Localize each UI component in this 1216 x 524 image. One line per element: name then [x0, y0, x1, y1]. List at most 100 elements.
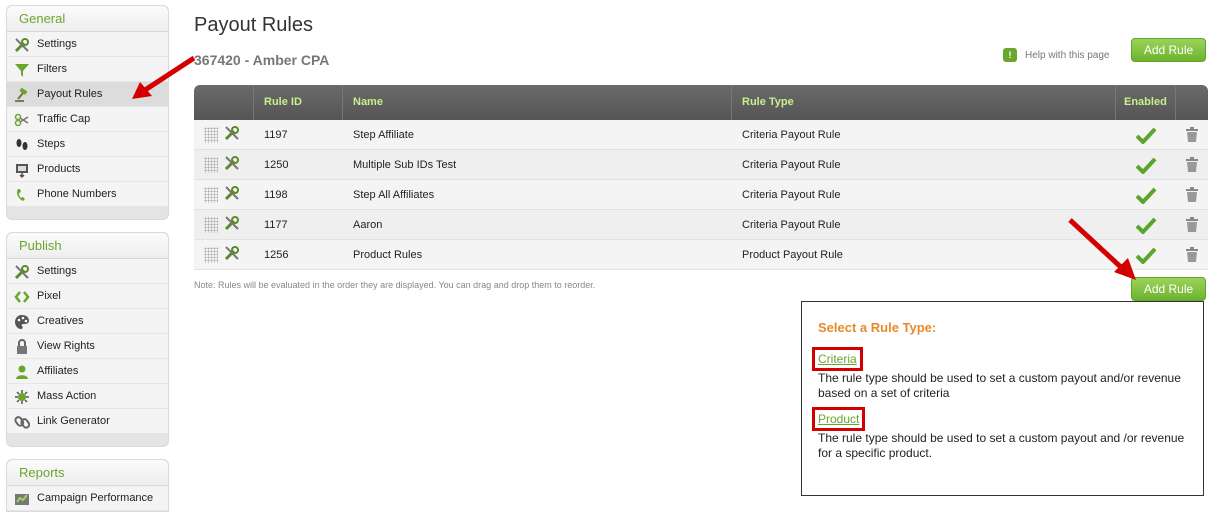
reports-panel: Reports Campaign Performance: [6, 459, 169, 512]
scissors-icon: [13, 111, 30, 128]
header-delete: [1176, 85, 1208, 120]
lock-icon: [13, 338, 30, 355]
rule-name: Step Affiliate: [353, 128, 414, 141]
enabled-check-icon[interactable]: [1116, 126, 1176, 144]
phone-icon: [13, 186, 30, 203]
delete-trash-icon[interactable]: [1176, 217, 1208, 232]
mass-action-icon: [13, 388, 30, 405]
sidebar-item-pixel[interactable]: Pixel: [7, 284, 168, 309]
rule-id: 1198: [264, 188, 288, 201]
sidebar-item-steps[interactable]: Steps: [7, 132, 168, 157]
footprints-icon: [13, 136, 30, 153]
edit-tools-icon[interactable]: [224, 185, 240, 204]
add-rule-button-top[interactable]: Add Rule: [1131, 38, 1206, 62]
sidebar-item-label: Payout Rules: [37, 88, 103, 100]
enabled-check-icon[interactable]: [1116, 186, 1176, 204]
drag-handle-icon[interactable]: [204, 186, 218, 203]
delete-trash-icon[interactable]: [1176, 157, 1208, 172]
general-panel-title: General: [7, 6, 168, 32]
chart-icon: [13, 490, 30, 507]
drag-handle-icon[interactable]: [204, 126, 218, 143]
rule-type: Criteria Payout Rule: [742, 158, 841, 171]
sidebar-item-publish-settings[interactable]: Settings: [7, 259, 168, 284]
drag-handle-icon[interactable]: [204, 246, 218, 263]
sidebar-item-label: Steps: [37, 138, 66, 150]
add-rule-button-bottom[interactable]: Add Rule: [1131, 277, 1206, 301]
sidebar-item-label: View Rights: [37, 340, 95, 352]
annotation-arrow-sidebar: [132, 55, 196, 99]
rule-name: Aaron: [353, 218, 383, 231]
drag-handle-icon[interactable]: [204, 216, 218, 233]
sidebar-item-traffic-cap[interactable]: Traffic Cap: [7, 107, 168, 132]
table-row[interactable]: 1198 Step All Affiliates Criteria Payout…: [194, 180, 1208, 210]
gavel-icon: [13, 86, 30, 103]
sidebar-item-label: Settings: [37, 38, 77, 50]
sidebar-item-label: Products: [37, 163, 81, 175]
rule-type: Criteria Payout Rule: [742, 128, 841, 141]
rule-type: Product Payout Rule: [742, 248, 843, 261]
payout-rules-table: Rule ID Name Rule Type Enabled 1197 Step…: [194, 85, 1208, 270]
sidebar-item-mass-action[interactable]: Mass Action: [7, 384, 168, 409]
sidebar-item-phone-numbers[interactable]: Phone Numbers: [7, 182, 168, 207]
product-description: The rule type should be used to set a cu…: [818, 431, 1185, 460]
rule-id: 1250: [264, 158, 289, 171]
header-rule-id[interactable]: Rule ID: [254, 85, 343, 120]
help-label: Help with this page: [1025, 49, 1110, 61]
delete-trash-icon[interactable]: [1176, 127, 1208, 142]
link-icon: [13, 413, 30, 430]
delete-trash-icon[interactable]: [1176, 187, 1208, 202]
edit-tools-icon[interactable]: [224, 215, 240, 234]
reorder-note: Note: Rules will be evaluated in the ord…: [194, 280, 596, 290]
table-row[interactable]: 1256 Product Rules Product Payout Rule: [194, 240, 1208, 270]
criteria-link[interactable]: Criteria: [812, 347, 863, 371]
edit-tools-icon[interactable]: [224, 125, 240, 144]
rule-id: 1177: [264, 218, 288, 231]
code-icon: [13, 288, 30, 305]
rule-id: 1256: [264, 248, 289, 261]
help-link[interactable]: ! Help with this page: [1003, 48, 1110, 62]
header-rule-type[interactable]: Rule Type: [732, 85, 1116, 120]
popup-title: Select a Rule Type:: [818, 320, 937, 335]
rule-type: Criteria Payout Rule: [742, 188, 841, 201]
sidebar-item-campaign-performance[interactable]: Campaign Performance: [7, 486, 168, 511]
table-row[interactable]: 1197 Step Affiliate Criteria Payout Rule: [194, 120, 1208, 150]
criteria-description: The rule type should be used to set a cu…: [818, 371, 1181, 400]
sidebar-item-label: Mass Action: [37, 390, 97, 402]
sidebar-item-products[interactable]: Products: [7, 157, 168, 182]
edit-tools-icon[interactable]: [224, 155, 240, 174]
palette-icon: [13, 313, 30, 330]
table-body: 1197 Step Affiliate Criteria Payout Rule…: [194, 120, 1208, 270]
sidebar-item-creatives[interactable]: Creatives: [7, 309, 168, 334]
sidebar-item-link-generator[interactable]: Link Generator: [7, 409, 168, 434]
reports-panel-title: Reports: [7, 460, 168, 486]
table-header: Rule ID Name Rule Type Enabled: [194, 85, 1208, 120]
rule-type: Criteria Payout Rule: [742, 218, 841, 231]
sidebar-item-affiliates[interactable]: Affiliates: [7, 359, 168, 384]
sidebar-item-label: Link Generator: [37, 415, 110, 427]
enabled-check-icon[interactable]: [1116, 156, 1176, 174]
header-handle: [194, 85, 254, 120]
general-panel: General Settings Filters Payout Rules Tr…: [6, 5, 169, 220]
filter-icon: [13, 61, 30, 78]
rule-id: 1197: [264, 128, 288, 141]
sidebar-item-label: Creatives: [37, 315, 84, 327]
tools-icon: [13, 263, 30, 280]
rule-name: Step All Affiliates: [353, 188, 435, 201]
rule-type-popup: Select a Rule Type: Criteria The rule ty…: [801, 301, 1204, 496]
table-row[interactable]: 1177 Aaron Criteria Payout Rule: [194, 210, 1208, 240]
page-title: Payout Rules: [194, 14, 313, 36]
sidebar-item-view-rights[interactable]: View Rights: [7, 334, 168, 359]
annotation-arrow-add-rule: [1068, 218, 1136, 280]
delete-trash-icon[interactable]: [1176, 247, 1208, 262]
sidebar-item-label: Phone Numbers: [37, 188, 117, 200]
edit-tools-icon[interactable]: [224, 245, 240, 264]
header-enabled[interactable]: Enabled: [1116, 85, 1176, 120]
product-link[interactable]: Product: [812, 407, 866, 431]
drag-handle-icon[interactable]: [204, 156, 218, 173]
sidebar-item-label: Pixel: [37, 290, 61, 302]
table-row[interactable]: 1250 Multiple Sub IDs Test Criteria Payo…: [194, 150, 1208, 180]
header-name[interactable]: Name: [343, 85, 732, 120]
sidebar-item-label: Campaign Performance: [37, 492, 154, 504]
sidebar-item-label: Filters: [37, 63, 67, 75]
help-icon: !: [1003, 48, 1017, 62]
